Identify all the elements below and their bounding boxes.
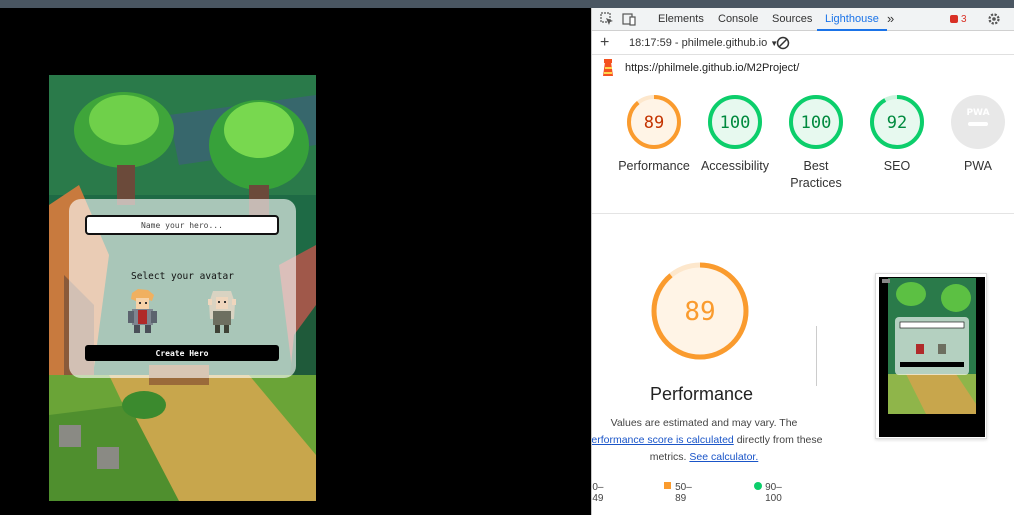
hero-name-input[interactable] <box>85 215 279 235</box>
page-screenshot-image <box>879 277 985 437</box>
pwa-badge-icon: PWA <box>951 95 1005 149</box>
gauge-seo[interactable]: 92 SEO <box>857 94 937 175</box>
score-legend: ▲ 0–49 50–89 90–100 <box>592 482 824 504</box>
performance-detail-title: Performance <box>650 384 754 404</box>
browser-frame-strip <box>0 0 1014 8</box>
devtools-panel: Elements Console Sources Lighthouse » 3 … <box>591 8 1014 515</box>
settings-gear-icon[interactable] <box>987 12 1001 26</box>
best-practices-gauge-ring: 100 <box>789 95 843 149</box>
accessibility-score: 100 <box>720 113 751 133</box>
audited-url-row: https://philmele.github.io/M2Project/ <box>592 56 1014 80</box>
accessibility-gauge-ring: 100 <box>708 95 762 149</box>
legend-average-label: 50–89 <box>675 482 692 504</box>
legend-pass: 90–100 <box>754 482 782 504</box>
hero-creation-panel: Select your avatar <box>69 199 296 378</box>
audited-url[interactable]: https://philmele.github.io/M2Project/ <box>625 62 799 74</box>
performance-description: Values are estimated and may vary. The p… <box>592 415 824 466</box>
accessibility-label: Accessibility <box>700 159 770 173</box>
game-canvas: Select your avatar <box>49 75 316 501</box>
gauge-best-practices[interactable]: 100 Best Practices <box>776 94 856 192</box>
best-practices-label: Best Practices <box>790 159 842 190</box>
performance-score: 89 <box>644 113 664 133</box>
svg-text:PWA: PWA <box>966 108 989 118</box>
final-screenshot-thumbnail[interactable] <box>875 273 987 439</box>
tab-sources[interactable]: Sources <box>772 8 812 31</box>
best-practices-score: 100 <box>801 113 832 133</box>
category-scores: 89 Performance 100 Accessibility 100 Bes… <box>592 94 1014 214</box>
warrior-avatar[interactable] <box>124 289 160 333</box>
tab-console[interactable]: Console <box>718 8 758 31</box>
elf-avatar[interactable] <box>204 289 240 333</box>
performance-detail-gauge: 89 <box>651 262 749 360</box>
error-icon <box>950 15 958 23</box>
create-hero-button[interactable]: Create Hero <box>85 345 279 361</box>
average-square-icon <box>664 482 671 489</box>
tab-lighthouse[interactable]: Lighthouse <box>817 8 887 31</box>
clear-reports-icon[interactable] <box>776 36 790 50</box>
lighthouse-toolbar: + 18:17:59 - philmele.github.io ▼ <box>592 32 1014 55</box>
legend-fail-label: 0–49 <box>592 482 604 504</box>
report-selector[interactable]: 18:17:59 - philmele.github.io ▼ <box>629 37 778 49</box>
gauge-pwa[interactable]: PWA PWA <box>938 94 1014 175</box>
device-toolbar-icon[interactable] <box>622 12 636 26</box>
score-calculated-link[interactable]: performance score is calculated <box>592 434 734 446</box>
pwa-label: PWA <box>963 159 992 173</box>
tab-elements[interactable]: Elements <box>658 8 704 31</box>
seo-gauge-ring: 92 <box>870 95 924 149</box>
pass-circle-icon <box>754 482 762 490</box>
devtools-tab-bar: Elements Console Sources Lighthouse » 3 <box>592 8 1014 31</box>
gauge-performance[interactable]: 89 Performance <box>614 94 694 175</box>
legend-pass-label: 90–100 <box>765 482 782 504</box>
legend-average: 50–89 <box>664 482 692 504</box>
error-count: 3 <box>961 14 967 25</box>
seo-label: SEO <box>883 159 911 173</box>
inspect-element-icon[interactable] <box>600 12 614 26</box>
see-calculator-link[interactable]: See calculator. <box>689 451 758 463</box>
select-avatar-label: Select your avatar <box>131 271 234 282</box>
performance-detail-score: 89 <box>684 297 715 327</box>
legend-fail: ▲ 0–49 <box>592 482 603 504</box>
report-selector-label: 18:17:59 - philmele.github.io <box>629 37 768 49</box>
performance-label: Performance <box>618 159 690 173</box>
desc-text-1: Values are estimated and may vary. The <box>610 417 798 429</box>
section-divider <box>816 326 817 386</box>
error-count-badge[interactable]: 3 <box>950 14 967 25</box>
more-tabs-icon[interactable]: » <box>887 8 894 31</box>
screen: Select your avatar <box>0 0 1014 515</box>
performance-gauge-ring: 89 <box>627 95 681 149</box>
lighthouse-logo-icon <box>603 59 613 76</box>
new-report-plus-icon[interactable]: + <box>600 34 609 52</box>
seo-score: 92 <box>887 113 907 133</box>
gauge-accessibility[interactable]: 100 Accessibility <box>695 94 775 175</box>
